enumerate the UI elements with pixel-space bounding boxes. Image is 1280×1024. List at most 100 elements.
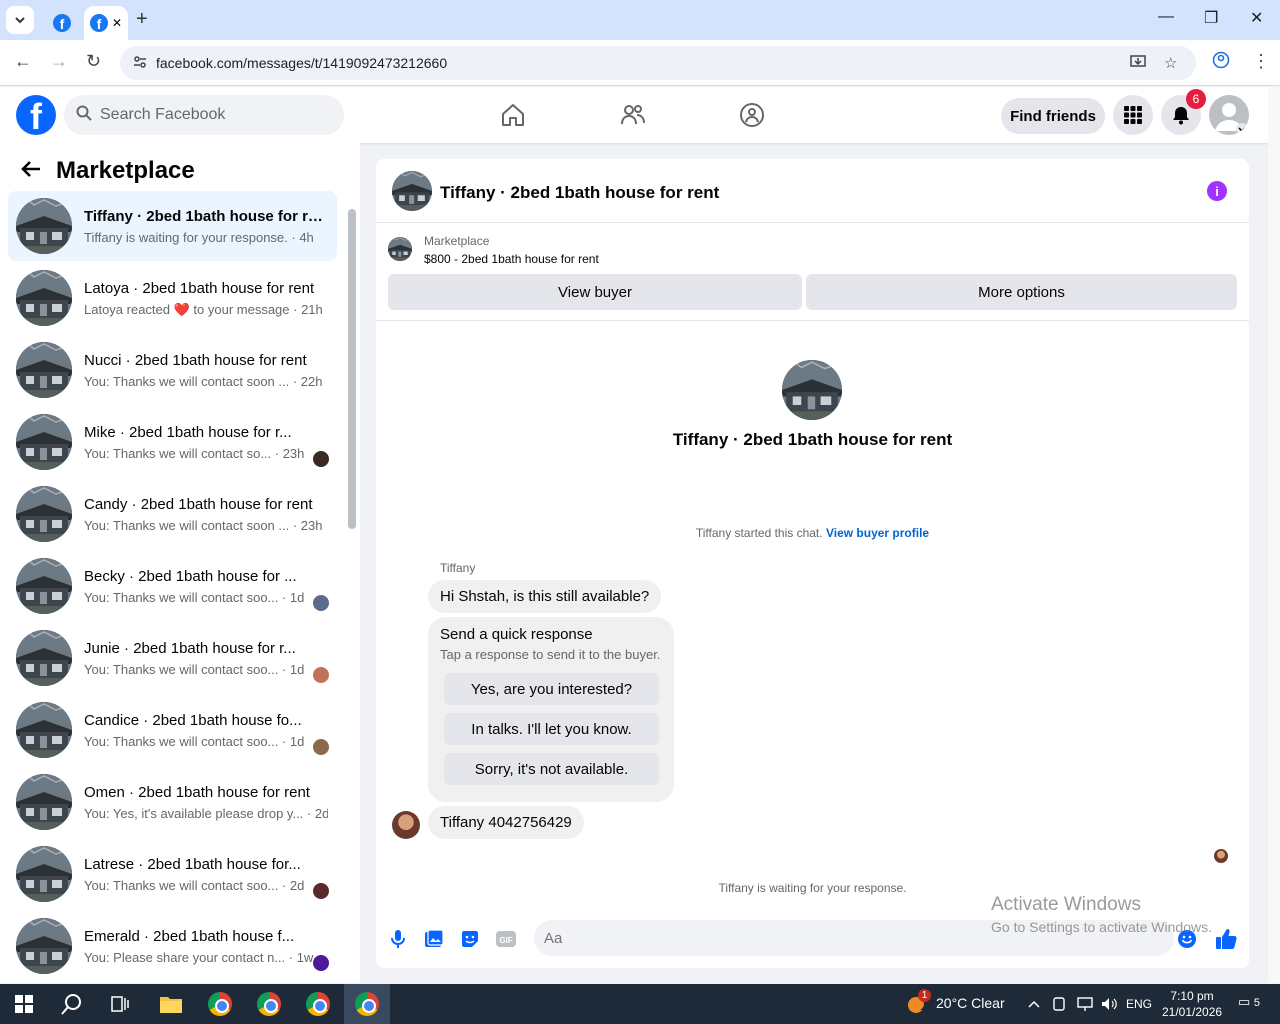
conversation-intro-title: Tiffany · 2bed 1bath house for rent — [672, 430, 953, 449]
conversation-item[interactable]: Becky · 2bed 1bath house for ... You: Tha… — [8, 551, 337, 621]
listing-thumbnail — [16, 270, 72, 326]
account-avatar[interactable] — [1209, 95, 1249, 135]
clock-date: 21/01/2026 — [1162, 1005, 1223, 1019]
seen-avatar — [313, 667, 329, 683]
view-buyer-profile-link[interactable]: View buyer profile — [826, 526, 929, 540]
profile-icon[interactable] — [1212, 51, 1230, 74]
quick-response-subtitle: Tap a response to send it to the buyer. — [440, 647, 661, 662]
forward-button[interactable]: → — [50, 51, 68, 72]
sticker-icon[interactable] — [459, 928, 481, 950]
reload-button[interactable]: ↻ — [86, 51, 101, 72]
quick-response-yes-button[interactable]: Yes, are you interested? — [444, 673, 659, 705]
tab-close-icon[interactable]: ✕ — [112, 16, 122, 30]
windows-start-icon[interactable] — [8, 990, 40, 1018]
conversation-item[interactable]: Omen · 2bed 1bath house for rent You: Yes… — [8, 767, 337, 837]
listing-thumbnail — [16, 630, 72, 686]
conversation-name: Tiffany · 2bed 1bath house for re... — [84, 208, 324, 225]
url-bar[interactable]: facebook.com/messages/t/1419092473212660… — [120, 46, 1196, 80]
conversation-item[interactable]: Emerald · 2bed 1bath house f... You: Plea… — [8, 911, 337, 981]
quick-response-not-available-button[interactable]: Sorry, it's not available. — [444, 753, 659, 785]
quick-response-in-talks-button[interactable]: In talks. I'll let you know. — [444, 713, 659, 745]
chrome-profile-s-icon[interactable] — [253, 990, 285, 1018]
friends-icon[interactable] — [619, 101, 647, 129]
chrome-profile-m-icon[interactable] — [204, 990, 236, 1018]
menu-grid-button[interactable] — [1113, 95, 1153, 135]
microphone-icon[interactable] — [387, 928, 409, 950]
tab-search-button[interactable] — [6, 6, 34, 34]
minimize-button[interactable]: — — [1158, 8, 1174, 26]
weather-alert-badge: 1 — [918, 989, 931, 1002]
network-icon[interactable] — [1073, 990, 1097, 1018]
file-explorer-icon[interactable] — [155, 990, 187, 1018]
new-tab-button[interactable]: + — [136, 8, 148, 31]
close-window-button[interactable]: ✕ — [1250, 8, 1263, 28]
address-bar-row: ← → ↻ facebook.com/messages/t/1419092473… — [0, 40, 1280, 86]
conversation-item[interactable]: Candy · 2bed 1bath house for rent You: Th… — [8, 479, 337, 549]
browser-tab-2-active[interactable]: f ✕ — [84, 6, 128, 40]
facebook-favicon-icon: f — [53, 14, 71, 32]
back-arrow-icon[interactable] — [20, 159, 42, 185]
language-indicator[interactable]: ENG — [1126, 997, 1152, 1011]
home-icon[interactable] — [499, 101, 527, 129]
conversation-item[interactable]: Latrese · 2bed 1bath house for... You: Th… — [8, 839, 337, 909]
conversation-preview: You: Thanks we will contact so... · 23h — [84, 446, 305, 461]
clock[interactable]: 7:10 pm 21/01/2026 — [1162, 988, 1222, 1020]
thumbs-up-icon[interactable] — [1215, 928, 1237, 950]
chrome-active-window-icon[interactable] — [344, 984, 390, 1024]
task-view-icon[interactable] — [104, 990, 136, 1018]
listing-price[interactable]: $800 - 2bed 1bath house for rent — [424, 252, 599, 266]
info-icon[interactable]: i — [1207, 181, 1227, 201]
weather-text[interactable]: 20°C Clear — [936, 995, 1005, 1011]
chrome-profile-icon[interactable] — [302, 990, 334, 1018]
browser-tab-1[interactable]: f — [44, 6, 80, 40]
listing-thumbnail — [16, 774, 72, 830]
more-options-button[interactable]: More options — [806, 274, 1237, 310]
grid-icon — [1124, 106, 1142, 124]
search-input[interactable] — [100, 95, 336, 135]
conversation-item[interactable]: Nucci · 2bed 1bath house for rent You: Th… — [8, 335, 337, 405]
site-info-icon[interactable] — [132, 54, 148, 74]
show-hidden-icons-chevron-icon[interactable] — [1024, 990, 1044, 1018]
conversation-item[interactable]: Junie · 2bed 1bath house for r... You: Th… — [8, 623, 337, 693]
bookmark-star-icon[interactable]: ☆ — [1164, 54, 1177, 72]
sender-avatar[interactable] — [392, 811, 420, 839]
listing-card: Marketplace $800 - 2bed 1bath house for … — [376, 223, 1249, 321]
back-button[interactable]: ← — [14, 51, 32, 72]
taskbar-search-icon[interactable] — [56, 990, 88, 1018]
chat-started-notice: Tiffany started this chat. View buyer pr… — [376, 526, 1249, 540]
chat-title[interactable]: Tiffany · 2bed 1bath house for rent — [440, 183, 719, 203]
message-bubble[interactable]: Hi Shstah, is this still available? — [428, 580, 662, 613]
conversation-item[interactable]: Latoya · 2bed 1bath house for rent Latoya… — [8, 263, 337, 333]
marketplace-inbox-sidebar: Marketplace Tiffany · 2bed 1bath house f… — [0, 143, 360, 983]
meet-now-icon[interactable] — [1048, 990, 1070, 1018]
sidebar-scrollbar[interactable] — [348, 209, 356, 529]
conversation-item[interactable]: Mike · 2bed 1bath house for r... You: Tha… — [8, 407, 337, 477]
seen-indicator-avatar — [1214, 849, 1228, 863]
view-buyer-button[interactable]: View buyer — [388, 274, 802, 310]
conversation-preview: You: Thanks we will contact soo... · 2d — [84, 878, 305, 893]
conversation-name: Nucci · 2bed 1bath house for rent — [84, 352, 307, 369]
install-app-icon[interactable] — [1130, 54, 1148, 74]
conversation-name: Latrese · 2bed 1bath house for... — [84, 856, 301, 873]
listing-thumbnail — [16, 558, 72, 614]
browser-menu-icon[interactable]: ⋮ — [1252, 51, 1270, 72]
facebook-header: f Find friends — [0, 87, 1268, 143]
groups-icon[interactable] — [738, 101, 766, 129]
find-friends-button[interactable]: Find friends — [1001, 98, 1105, 134]
message-bubble[interactable]: Tiffany 4042756429 — [428, 806, 584, 839]
restore-button[interactable]: ❐ — [1204, 8, 1218, 28]
browser-tab-strip: f f ✕ + — ❐ ✕ — [0, 0, 1280, 40]
notification-center-button[interactable]: ▭ 5 — [1238, 994, 1260, 1010]
conversation-item[interactable]: Candice · 2bed 1bath house fo... You: Tha… — [8, 695, 337, 765]
search-box[interactable] — [64, 95, 344, 135]
volume-icon[interactable] — [1097, 990, 1121, 1018]
facebook-logo[interactable]: f — [16, 95, 56, 135]
photo-icon[interactable] — [423, 928, 445, 950]
conversation-item[interactable]: Tiffany · 2bed 1bath house for re... Tiff… — [8, 191, 337, 261]
listing-small-thumbnail — [388, 237, 412, 261]
waiting-notice: Tiffany is waiting for your response. — [718, 881, 907, 895]
listing-thumbnail[interactable] — [392, 171, 432, 211]
page-scrollbar[interactable] — [1268, 87, 1280, 983]
quick-response-card: Send a quick response Tap a response to … — [428, 617, 674, 802]
gif-icon[interactable]: GIF — [495, 928, 517, 950]
